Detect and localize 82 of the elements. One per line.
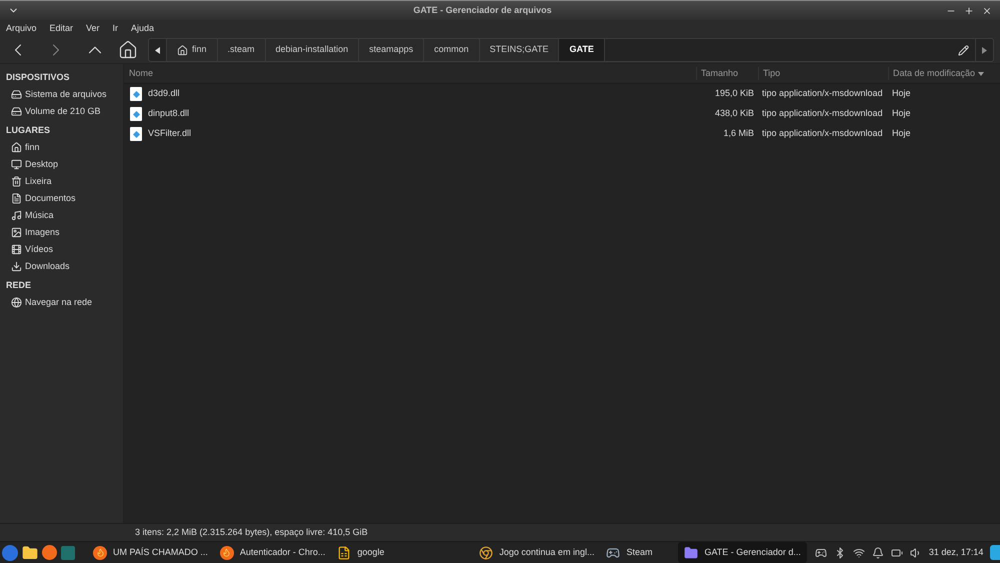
sidebar-heading: LUGARES [5, 124, 52, 137]
sidebar-heading: REDE [5, 279, 32, 292]
sidebar-item[interactable]: Volume de 210 GB [0, 103, 123, 120]
sidebar-item[interactable]: Música [0, 207, 123, 224]
sidebar-item[interactable]: Desktop [0, 156, 123, 173]
sidebar-heading: DISPOSITIVOS [5, 71, 71, 84]
path-button[interactable]: common [424, 39, 480, 61]
sidebar-item[interactable]: Lixeira [0, 173, 123, 190]
sidebar-item[interactable]: Downloads [0, 258, 123, 275]
menu-item[interactable]: Ir [112, 22, 118, 36]
file-icon [130, 107, 142, 121]
file-icon [130, 87, 142, 101]
taskbar-button[interactable]: GATE - Gerenciador d... [678, 542, 807, 563]
sidebar-item[interactable]: finn [0, 139, 123, 156]
path-button[interactable]: GATE [559, 39, 605, 61]
path-button[interactable]: STEINS;GATE [480, 39, 560, 61]
wifi-icon[interactable] [852, 546, 865, 558]
file-name: VSFilter.dll [148, 127, 192, 140]
folder-icon[interactable] [22, 544, 38, 560]
taskbar-button[interactable]: Jogo continua em ingl... [473, 542, 600, 563]
monitor-icon [11, 159, 22, 170]
trash-icon [11, 176, 22, 187]
file-size: 195,0 KiB [714, 87, 755, 100]
taskbar-button[interactable]: Autenticador - Chro... [214, 542, 332, 563]
menu-item[interactable]: Editar [50, 22, 74, 36]
maximize-icon[interactable] [964, 6, 974, 16]
path-button[interactable]: debian-installation [266, 39, 360, 61]
path-button[interactable]: .steam [218, 39, 266, 61]
folder-icon [684, 546, 698, 560]
music-note-icon [11, 210, 22, 221]
clock[interactable]: 31 dez, 17:14 [928, 546, 984, 560]
file-type: tipo application/x-msdownload [762, 87, 883, 100]
column-header[interactable]: Tamanho [696, 66, 758, 80]
file-icon [130, 127, 142, 141]
file-type: tipo application/x-msdownload [762, 107, 883, 120]
column-header[interactable]: Data de modificação [888, 66, 1000, 80]
sidebar-item[interactable]: Documentos [0, 190, 123, 207]
file-type: tipo application/x-msdownload [762, 127, 883, 140]
sidebar-item[interactable]: Sistema de arquivos [0, 86, 123, 103]
file-date: Hoje [892, 107, 911, 120]
window-title: GATE - Gerenciador de arquivos [412, 4, 553, 17]
download-icon [11, 261, 22, 272]
globe-icon [11, 297, 22, 308]
file-name: d3d9.dll [148, 87, 180, 100]
file-date: Hoje [892, 127, 911, 140]
volume-icon[interactable] [910, 546, 922, 558]
sort-caret-icon [978, 72, 984, 76]
film-icon [11, 244, 22, 255]
menu-item[interactable]: Ver [86, 22, 100, 36]
column-header[interactable]: Tipo [758, 66, 888, 80]
file-row[interactable]: VSFilter.dll 1,6 MiB tipo application/x-msdownload Hoje [124, 124, 1000, 144]
home-icon[interactable] [118, 40, 138, 60]
document-icon [11, 193, 22, 204]
file-row[interactable]: d3d9.dll 195,0 KiB tipo application/x-msdownload Hoje [124, 84, 1000, 104]
file-size: 1,6 MiB [722, 127, 755, 140]
taskbar-button[interactable]: google [331, 542, 444, 563]
path-button[interactable]: finn [167, 39, 218, 61]
file-size: 438,0 KiB [714, 107, 755, 120]
home-icon [177, 44, 188, 56]
gamepad-icon [606, 546, 620, 560]
menu-item[interactable]: Arquivo [6, 22, 37, 36]
steam-tray-icon[interactable] [814, 546, 827, 558]
taskbar-button[interactable]: Steam [600, 542, 658, 563]
column-header[interactable]: Nome [124, 66, 696, 80]
file-name: dinput8.dll [148, 107, 190, 120]
sidebar-item[interactable]: Vídeos [0, 241, 123, 258]
home-icon [11, 142, 22, 153]
image-icon [11, 227, 22, 238]
status-text: 3 itens: 2,2 MiB (2.315.264 bytes), espaço livre: 410,5 GiB [135, 526, 368, 539]
drive-icon [11, 89, 22, 100]
document-icon [337, 546, 352, 560]
taskbar-button[interactable]: UM PAÍS CHAMADO ... [87, 542, 214, 563]
sidebar-item[interactable]: Navegar na rede [0, 294, 123, 311]
file-row[interactable]: dinput8.dll 438,0 KiB tipo application/x-msdownload Hoje [124, 104, 1000, 124]
battery-icon[interactable] [890, 546, 903, 558]
file-date: Hoje [892, 87, 911, 100]
bell-icon[interactable] [872, 546, 884, 558]
drive-icon [11, 106, 22, 117]
path-button[interactable]: steamapps [359, 39, 424, 61]
close-icon[interactable] [982, 6, 992, 16]
sidebar-item[interactable]: Imagens [0, 224, 123, 241]
menu-item[interactable]: Ajuda [131, 22, 154, 36]
